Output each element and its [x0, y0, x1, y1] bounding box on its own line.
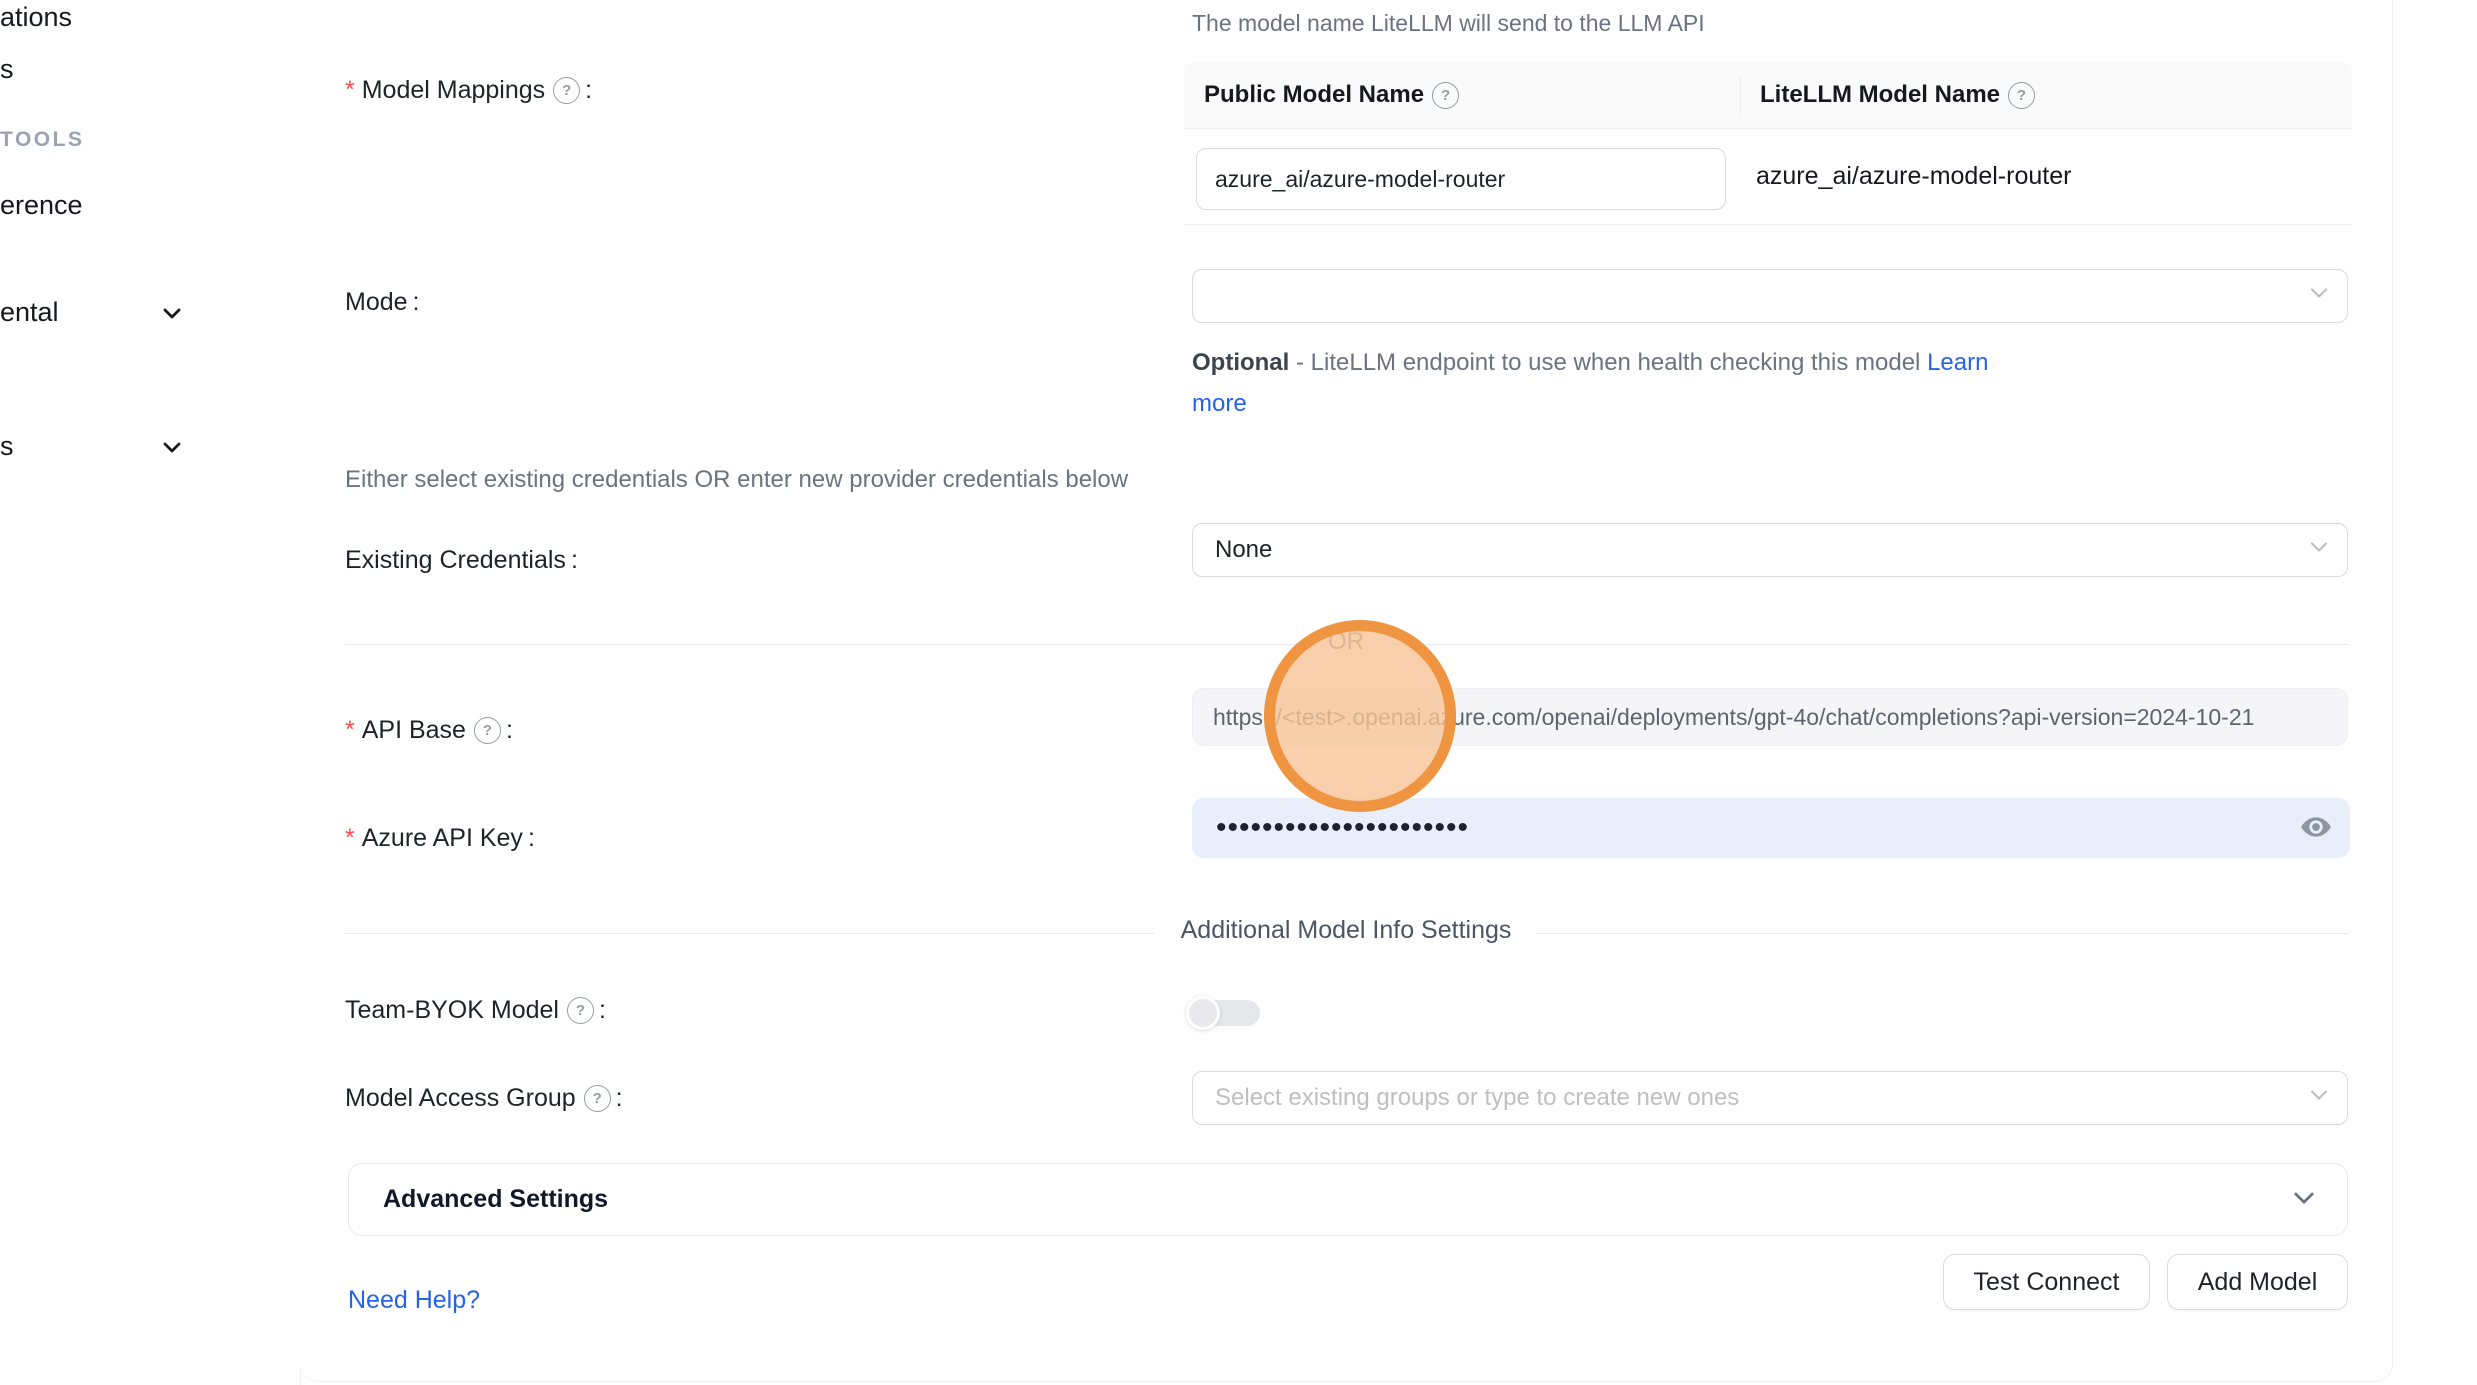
- chevron-down-icon: [2307, 1083, 2331, 1114]
- sidebar-item-label: erence: [0, 190, 83, 220]
- sidebar-item-label: ations: [0, 2, 72, 32]
- azure-api-key-input[interactable]: ••••••••••••••••••••••: [1192, 798, 2350, 858]
- required-asterisk: *: [345, 824, 355, 853]
- model-access-group-select[interactable]: Select existing groups or type to create…: [1192, 1071, 2348, 1125]
- required-asterisk: *: [345, 716, 355, 745]
- chevron-down-icon: [2307, 281, 2331, 312]
- mode-select[interactable]: [1192, 269, 2348, 323]
- sidebar-item-label: s: [0, 431, 14, 461]
- sidebar-item-ental[interactable]: ental: [0, 297, 59, 328]
- chevron-down-icon: [2290, 1183, 2318, 1216]
- question-circle-icon[interactable]: ?: [474, 717, 501, 744]
- question-circle-icon[interactable]: ?: [1432, 82, 1459, 109]
- toggle-knob: [1186, 996, 1220, 1030]
- credentials-note: Either select existing credentials OR en…: [345, 466, 1128, 494]
- existing-credentials-value: None: [1215, 536, 1272, 564]
- azure-api-key-label: * Azure API Key :: [345, 824, 535, 853]
- public-model-name-header: Public Model Name ?: [1184, 81, 1740, 109]
- api-base-input[interactable]: https://<test>.openai.azure.com/openai/d…: [1192, 688, 2348, 746]
- mode-helper-text: Optional - LiteLLM endpoint to use when …: [1192, 342, 1992, 424]
- existing-credentials-select[interactable]: None: [1192, 523, 2348, 577]
- litellm-model-name-header: LiteLLM Model Name ?: [1740, 81, 2035, 109]
- eye-icon: [2299, 810, 2333, 847]
- table-header-row: Public Model Name ? LiteLLM Model Name ?: [1184, 62, 2352, 129]
- sidebar-item-label: s: [0, 54, 14, 84]
- add-model-page: ations s TOOLS erence ental s The model …: [0, 0, 2477, 1385]
- toggle-password-visibility-button[interactable]: [2298, 810, 2334, 846]
- litellm-model-name-value: azure_ai/azure-model-router: [1756, 129, 2071, 224]
- sidebar-section-tools: TOOLS: [0, 128, 84, 152]
- question-circle-icon[interactable]: ?: [2008, 82, 2035, 109]
- sidebar-item-s1[interactable]: s: [0, 54, 14, 85]
- question-circle-icon[interactable]: ?: [567, 997, 594, 1024]
- model-mappings-table: Public Model Name ? LiteLLM Model Name ?…: [1184, 62, 2352, 225]
- header-divider: [1740, 76, 1741, 114]
- chevron-down-icon: [2307, 535, 2331, 566]
- chevron-down-icon[interactable]: [160, 435, 184, 459]
- chevron-down-icon[interactable]: [160, 301, 184, 325]
- sidebar-item-erence[interactable]: erence: [0, 190, 83, 221]
- sidebar-item-s2[interactable]: s: [0, 431, 14, 462]
- advanced-settings-panel[interactable]: Advanced Settings: [348, 1163, 2348, 1236]
- api-base-label: * API Base ? :: [345, 716, 513, 745]
- question-circle-icon[interactable]: ?: [553, 77, 580, 104]
- api-base-value: https://<test>.openai.azure.com/openai/d…: [1213, 704, 2254, 731]
- question-circle-icon[interactable]: ?: [584, 1085, 611, 1112]
- advanced-settings-title: Advanced Settings: [383, 1185, 608, 1214]
- add-model-button[interactable]: Add Model: [2167, 1254, 2348, 1310]
- sidebar-item-ations[interactable]: ations: [0, 2, 72, 33]
- masked-api-key: ••••••••••••••••••••••: [1216, 813, 1469, 843]
- model-access-group-label: Model Access Group ? :: [345, 1084, 623, 1113]
- need-help-link[interactable]: Need Help?: [348, 1286, 480, 1315]
- model-name-helper-text: The model name LiteLLM will send to the …: [1192, 10, 1705, 37]
- required-asterisk: *: [345, 76, 355, 105]
- existing-credentials-label: Existing Credentials:: [345, 546, 578, 575]
- team-byok-label: Team-BYOK Model ? :: [345, 996, 606, 1025]
- table-row: azure_ai/azure-model-router: [1184, 129, 2352, 225]
- section-divider-label: Additional Model Info Settings: [1155, 916, 1538, 945]
- test-connect-button[interactable]: Test Connect: [1943, 1254, 2150, 1310]
- mode-label: Mode:: [345, 288, 420, 317]
- public-model-name-input[interactable]: [1196, 148, 1726, 210]
- team-byok-toggle[interactable]: [1186, 996, 1266, 1030]
- or-divider-label: OR: [1306, 628, 1386, 656]
- sidebar: ations s TOOLS erence ental s: [0, 0, 301, 1385]
- sidebar-item-label: ental: [0, 297, 59, 327]
- model-mappings-label: * Model Mappings ? :: [345, 76, 592, 105]
- model-access-group-placeholder: Select existing groups or type to create…: [1215, 1084, 1739, 1112]
